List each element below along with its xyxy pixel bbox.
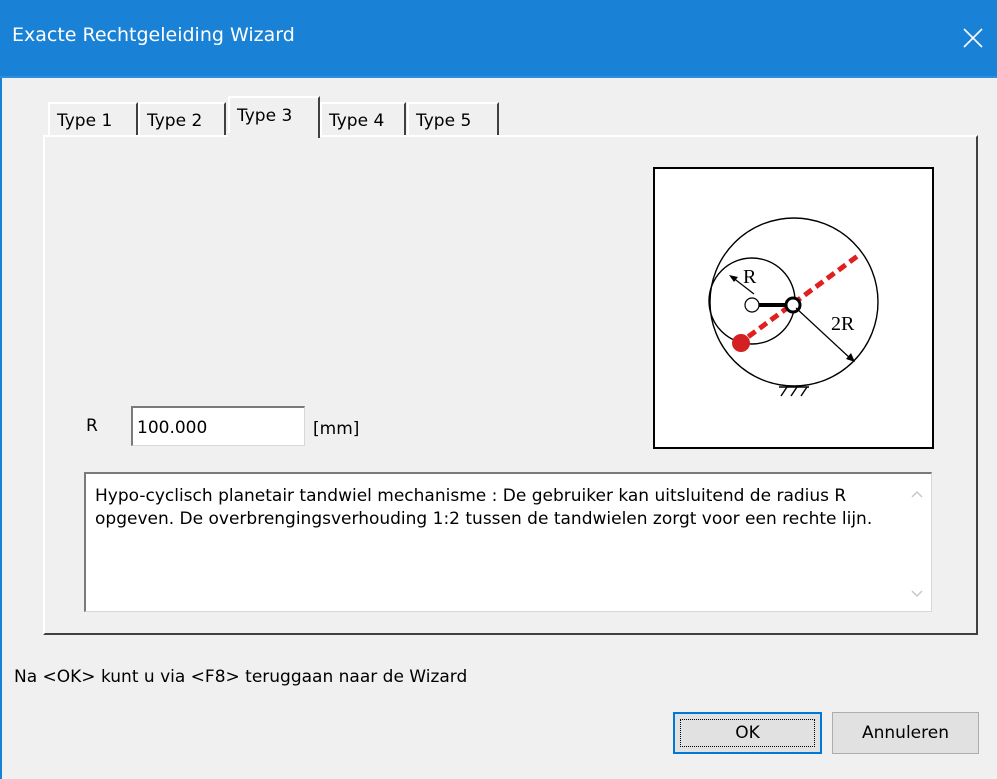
tab-type-4[interactable]: Type 4 [320, 102, 406, 136]
tab-type-3[interactable]: Type 3 [228, 96, 320, 138]
title-bar: Exacte Rechtgeleiding Wizard [0, 0, 997, 78]
ok-button[interactable]: OK [673, 712, 822, 754]
tab-type-1[interactable]: Type 1 [48, 102, 138, 136]
cancel-button[interactable]: Annuleren [832, 712, 979, 754]
close-button[interactable] [950, 15, 996, 61]
tab-type-2[interactable]: Type 2 [138, 102, 226, 136]
hint-text: Na <OK> kunt u via <F8> teruggaan naar d… [14, 667, 468, 687]
cancel-button-label: Annuleren [862, 723, 949, 743]
window-border [0, 78, 2, 779]
close-icon [963, 28, 983, 48]
window-title: Exacte Rechtgeleiding Wizard [12, 24, 295, 46]
tab-panel [43, 135, 978, 635]
tab-type-5[interactable]: Type 5 [407, 102, 499, 136]
